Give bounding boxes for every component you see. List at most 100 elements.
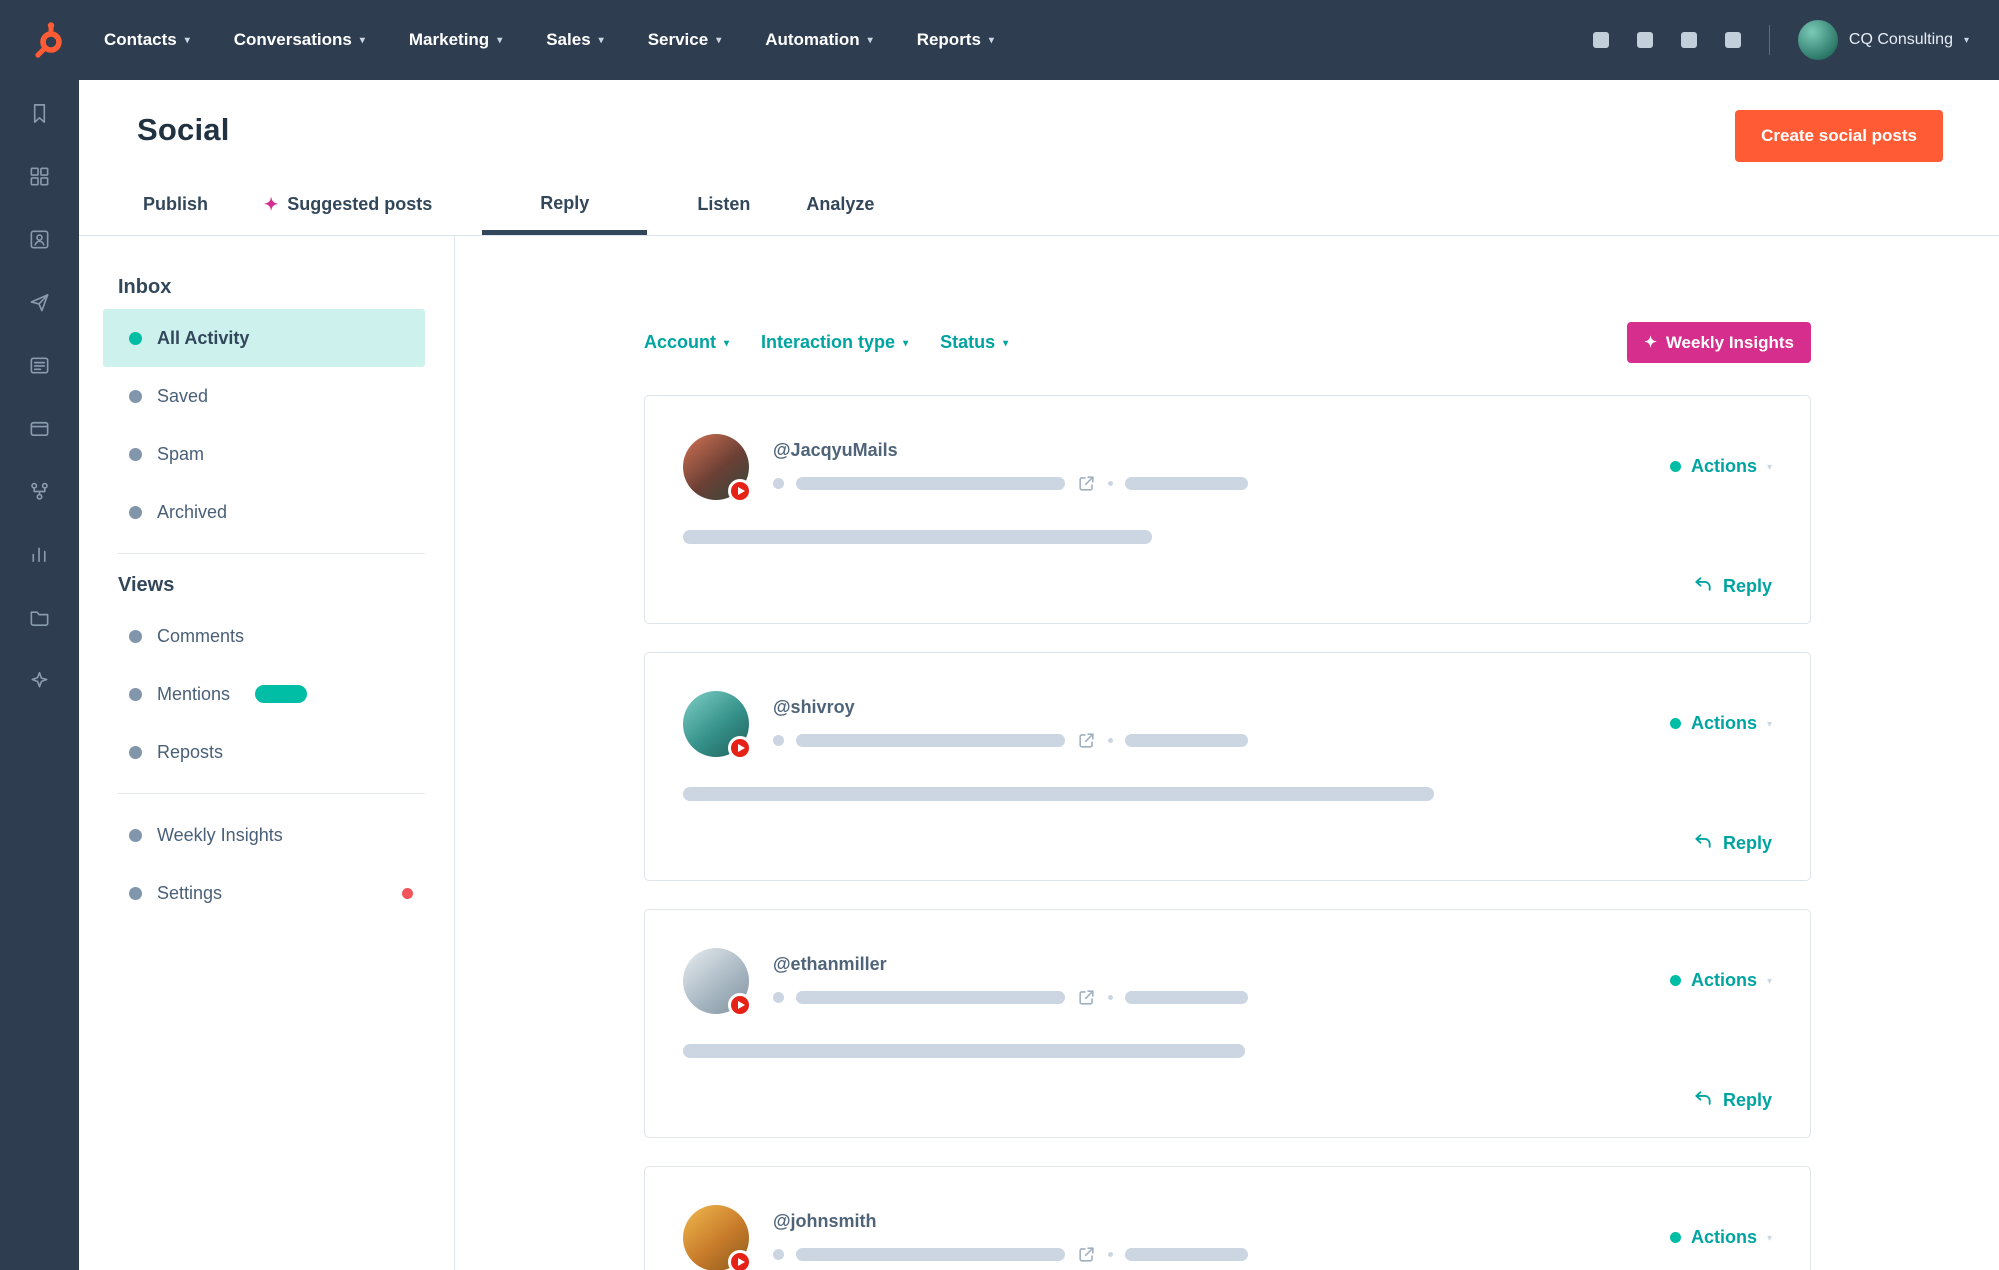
reply-button[interactable]: Reply <box>1693 831 1772 856</box>
chevron-down-icon: ▾ <box>903 337 908 349</box>
contacts-icon[interactable] <box>28 228 51 251</box>
sidebar-item-archived[interactable]: Archived <box>103 483 425 541</box>
folder-icon[interactable] <box>28 606 51 629</box>
icon-rail <box>0 80 79 1270</box>
sidebar-item-settings[interactable]: Settings <box>103 864 425 922</box>
wallet-icon[interactable] <box>28 417 51 440</box>
reply-button[interactable]: Reply <box>1693 574 1772 599</box>
actions-dropdown[interactable]: Actions ▾ <box>1670 713 1772 734</box>
status-dot-icon <box>129 630 142 643</box>
bookmark-icon[interactable] <box>28 102 51 125</box>
sidebar-item-reposts[interactable]: Reposts <box>103 723 425 781</box>
status-dot-icon <box>1670 718 1681 729</box>
post-username: @ethanmiller <box>773 954 1248 975</box>
post-username: @johnsmith <box>773 1211 1248 1232</box>
tab-reply[interactable]: Reply <box>482 193 647 235</box>
account-menu[interactable]: CQ Consulting ▾ <box>1798 20 1969 60</box>
sidebar-item-label: Archived <box>157 502 227 523</box>
nav-automation[interactable]: Automation▾ <box>765 30 872 50</box>
bar-chart-icon[interactable] <box>28 543 51 566</box>
nav-marketing[interactable]: Marketing▾ <box>409 30 502 50</box>
sidebar-item-label: Saved <box>157 386 208 407</box>
social-tabs: Publish ✦ Suggested posts Reply Listen A… <box>137 193 880 235</box>
chevron-down-icon: ▾ <box>1767 975 1772 987</box>
chevron-down-icon: ▾ <box>1964 34 1969 46</box>
filter-account[interactable]: Account▾ <box>644 332 729 353</box>
sidebar-item-saved[interactable]: Saved <box>103 367 425 425</box>
tab-listen[interactable]: Listen <box>691 194 756 235</box>
external-link-icon[interactable] <box>1077 731 1096 750</box>
sidebar-item-label: Settings <box>157 883 222 904</box>
tab-analyze[interactable]: Analyze <box>800 194 880 235</box>
external-link-icon[interactable] <box>1077 988 1096 1007</box>
topbar-tool-icon-4[interactable] <box>1725 32 1741 48</box>
divider <box>118 553 425 554</box>
nav-conversations[interactable]: Conversations▾ <box>234 30 365 50</box>
nav-service[interactable]: Service▾ <box>648 30 722 50</box>
topbar-tool-icon-1[interactable] <box>1593 32 1609 48</box>
placeholder-bar <box>796 1248 1065 1261</box>
grid-icon[interactable] <box>28 165 51 188</box>
sidebar-item-spam[interactable]: Spam <box>103 425 425 483</box>
weekly-insights-button[interactable]: ✦ Weekly Insights <box>1627 322 1811 363</box>
nav-reports[interactable]: Reports▾ <box>917 30 994 50</box>
post-card: @johnsmith Actions ▾ <box>644 1166 1811 1270</box>
placeholder-dot <box>1108 738 1113 743</box>
reply-button[interactable]: Reply <box>1693 1088 1772 1113</box>
sidebar-item-label: Mentions <box>157 684 230 705</box>
topbar-tool-icon-3[interactable] <box>1681 32 1697 48</box>
page-header: Social Create social posts Publish ✦ Sug… <box>79 80 1999 236</box>
sidebar-item-mentions[interactable]: Mentions <box>103 665 425 723</box>
post-header: @ethanmiller <box>683 948 1772 1014</box>
reply-arrow-icon <box>1693 574 1713 599</box>
status-dot-icon <box>129 332 142 345</box>
sidebar-item-comments[interactable]: Comments <box>103 607 425 665</box>
placeholder-dot <box>773 992 784 1003</box>
list-icon[interactable] <box>28 354 51 377</box>
tab-suggested-posts[interactable]: ✦ Suggested posts <box>258 194 438 235</box>
topbar-tool-icon-2[interactable] <box>1637 32 1653 48</box>
actions-dropdown[interactable]: Actions ▾ <box>1670 456 1772 477</box>
send-icon[interactable] <box>28 291 51 314</box>
actions-dropdown[interactable]: Actions ▾ <box>1670 1227 1772 1248</box>
filter-status[interactable]: Status▾ <box>940 332 1008 353</box>
sidebar-item-all-activity[interactable]: All Activity <box>103 309 425 367</box>
chevron-down-icon: ▾ <box>599 34 604 46</box>
sparkle-icon[interactable] <box>28 669 51 692</box>
post-username: @shivroy <box>773 697 1248 718</box>
sidebar-item-weekly-insights[interactable]: Weekly Insights <box>103 806 425 864</box>
main-content: Social Create social posts Publish ✦ Sug… <box>79 80 1999 1270</box>
chevron-down-icon: ▾ <box>716 34 721 46</box>
page-title: Social <box>137 112 1999 148</box>
tab-publish[interactable]: Publish <box>137 194 214 235</box>
youtube-badge-icon <box>728 479 752 503</box>
chevron-down-icon: ▾ <box>1767 1232 1772 1244</box>
status-dot-icon <box>129 506 142 519</box>
youtube-badge-icon <box>728 736 752 760</box>
external-link-icon[interactable] <box>1077 474 1096 493</box>
external-link-icon[interactable] <box>1077 1245 1096 1264</box>
placeholder-bar <box>796 477 1065 490</box>
filter-interaction-type[interactable]: Interaction type▾ <box>761 332 908 353</box>
reply-arrow-icon <box>1693 1088 1713 1113</box>
post-meta <box>773 1245 1248 1264</box>
post-avatar <box>683 691 749 757</box>
chevron-down-icon: ▾ <box>1767 718 1772 730</box>
placeholder-bar <box>796 991 1065 1004</box>
post-username: @JacqyuMails <box>773 440 1248 461</box>
sidebar-item-label: Comments <box>157 626 244 647</box>
status-dot-icon <box>1670 975 1681 986</box>
create-social-posts-button[interactable]: Create social posts <box>1735 110 1943 162</box>
post-header: @shivroy <box>683 691 1772 757</box>
inbox-sidebar: Inbox All Activity Saved Spam Archived V… <box>79 236 455 1270</box>
actions-dropdown[interactable]: Actions ▾ <box>1670 970 1772 991</box>
top-navigation: Contacts▾ Conversations▾ Marketing▾ Sale… <box>0 0 1999 80</box>
chevron-down-icon: ▾ <box>1767 461 1772 473</box>
post-avatar <box>683 948 749 1014</box>
workflow-icon[interactable] <box>28 480 51 503</box>
nav-contacts[interactable]: Contacts▾ <box>104 30 190 50</box>
nav-sales[interactable]: Sales▾ <box>546 30 603 50</box>
notification-dot-icon <box>402 888 413 899</box>
divider <box>1769 25 1770 55</box>
hubspot-logo-icon[interactable] <box>22 18 74 62</box>
